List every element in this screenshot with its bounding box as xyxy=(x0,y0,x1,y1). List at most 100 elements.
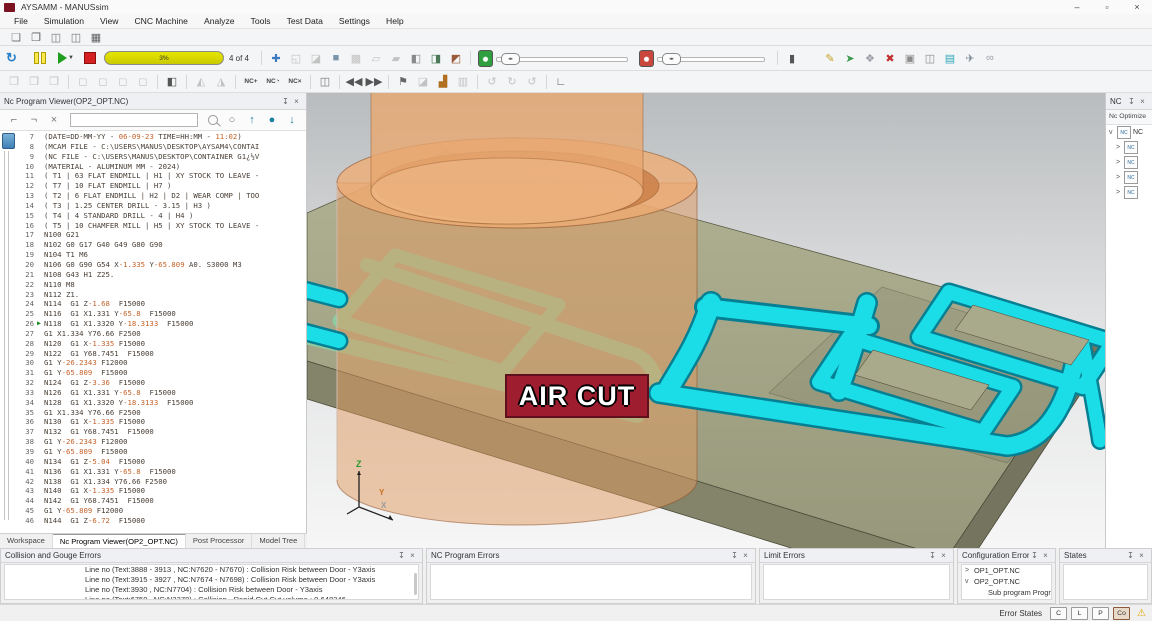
config-tree-item[interactable]: vOP2_OPT.NC xyxy=(962,576,1051,587)
code-line[interactable]: 35G1 X1.334 Y76.66 F2500 xyxy=(14,408,306,418)
machine-view-3-icon[interactable]: ❒ xyxy=(45,74,63,90)
stock-view-3-icon[interactable]: ◻ xyxy=(114,74,132,90)
view-cube-icon[interactable]: ◧ xyxy=(407,50,425,66)
tool-display-icon[interactable]: ▮ xyxy=(783,50,801,66)
code-line[interactable]: 45G1 Y-65.809 F12000 xyxy=(14,506,306,516)
bookmark-start-icon[interactable]: ⌐ xyxy=(5,112,23,128)
tab-model-tree[interactable]: Model Tree xyxy=(252,534,305,549)
close-icon[interactable]: × xyxy=(1040,551,1051,560)
play-icon[interactable] xyxy=(58,52,67,64)
rapid-speed-slider[interactable]: ◂▸ xyxy=(657,50,765,66)
bookmark-end-icon[interactable]: ¬ xyxy=(25,112,43,128)
machine-view-1-icon[interactable]: ❒ xyxy=(5,74,23,90)
config-tree-item[interactable]: >OP1_OPT.NC xyxy=(962,565,1051,576)
close-icon[interactable]: × xyxy=(938,551,949,560)
analysis-chart-icon[interactable]: ▟ xyxy=(434,74,452,90)
nc-tree-node[interactable]: >NC xyxy=(1106,170,1152,185)
stock-box-icon[interactable]: ▣ xyxy=(901,50,919,66)
code-line[interactable]: 29N122 G1 Y68.7451 F15000 xyxy=(14,349,306,359)
search-input[interactable] xyxy=(70,113,198,127)
menu-view[interactable]: View xyxy=(92,14,126,29)
menu-settings[interactable]: Settings xyxy=(331,14,378,29)
code-line[interactable]: 17N100 G21 xyxy=(14,230,306,240)
machine-head-icon[interactable]: ✈ xyxy=(961,50,979,66)
nc-tree-node[interactable]: >NC xyxy=(1106,155,1152,170)
tab-post-processor[interactable]: Post Processor xyxy=(186,534,253,549)
code-line[interactable]: 19N104 T1 M6 xyxy=(14,250,306,260)
code-line[interactable]: 30G1 Y-26.2343 F12000 xyxy=(14,358,306,368)
code-line[interactable]: 43N140 G1 X-1.335 F15000 xyxy=(14,486,306,496)
minimize-button[interactable]: – xyxy=(1062,0,1092,14)
find-circle-icon[interactable]: ○ xyxy=(223,112,241,128)
play-dropdown-icon[interactable]: ▼ xyxy=(68,55,74,61)
code-line[interactable]: 37N132 G1 Y68.7451 F15000 xyxy=(14,427,306,437)
section-view-icon[interactable]: ◪ xyxy=(307,50,325,66)
toolbox-icon[interactable]: ▥ xyxy=(454,74,472,90)
rotate-a-icon[interactable]: ↺ xyxy=(483,74,501,90)
code-line[interactable]: 14( T3 | 1.25 CENTER DRILL - 3.15 | H3 ) xyxy=(14,201,306,211)
search-icon[interactable] xyxy=(208,115,218,125)
flag-marker-icon[interactable]: ⚑ xyxy=(394,74,412,90)
code-line[interactable]: 24N114 G1 Z-1.68 F15000 xyxy=(14,299,306,309)
tab-nc-program-viewer[interactable]: Nc Program Viewer(OP2_OPT.NC) xyxy=(53,534,186,549)
chevron-right-icon[interactable]: > xyxy=(1116,189,1124,196)
nc-timer-icon[interactable]: NC◔ xyxy=(263,74,283,90)
compare-model-icon[interactable]: ◧ xyxy=(163,74,181,90)
door-panel-icon[interactable]: ◫ xyxy=(316,74,334,90)
limit-errors-list[interactable] xyxy=(763,564,950,600)
config-tree-item[interactable]: Sub program Progr... xyxy=(962,587,1051,598)
simulation-speed-slider[interactable]: ◂▸ xyxy=(496,50,628,66)
collision-error-line[interactable]: Line no (Text:3930 , NC:N7704) : Collisi… xyxy=(5,585,418,595)
close-icon[interactable]: × xyxy=(1136,551,1147,560)
error-state-co-button[interactable]: Co xyxy=(1113,607,1130,620)
slider-thumb[interactable]: ◂▸ xyxy=(662,53,681,65)
code-line[interactable]: 28N120 G1 X-1.335 F15000 xyxy=(14,339,306,349)
nc-tree-root[interactable]: v NC NC xyxy=(1106,125,1152,140)
menu-test-data[interactable]: Test Data xyxy=(279,14,331,29)
export-model-icon[interactable]: ➤ xyxy=(841,50,859,66)
pin-icon[interactable]: ↧ xyxy=(1126,97,1137,106)
error-state-p-button[interactable]: P xyxy=(1092,607,1109,620)
code-line[interactable]: 36N130 G1 X-1.335 F15000 xyxy=(14,417,306,427)
chevron-right-icon[interactable]: > xyxy=(1116,159,1124,166)
close-icon[interactable]: × xyxy=(1137,97,1148,106)
open-program-icon[interactable]: ❐ xyxy=(27,29,45,45)
machine-config-icon[interactable]: ◫ xyxy=(67,29,85,45)
close-icon[interactable]: × xyxy=(740,551,751,560)
menu-file[interactable]: File xyxy=(6,14,36,29)
code-line[interactable]: 11( T1 | 63 FLAT ENDMILL | H1 | XY STOCK… xyxy=(14,171,306,181)
machine-view-2-icon[interactable]: ❒ xyxy=(25,74,43,90)
pin-icon[interactable]: ↧ xyxy=(280,97,291,106)
stop-icon[interactable] xyxy=(84,52,96,64)
code-line[interactable]: 27G1 X1.334 Y76.66 F2500 xyxy=(14,329,306,339)
target-view-icon[interactable]: ▩ xyxy=(347,50,365,66)
states-list[interactable] xyxy=(1063,564,1148,600)
code-line[interactable]: 8(MCAM FILE - C:\USERS\MANUS\DESKTOP\AYS… xyxy=(14,142,306,152)
code-line[interactable]: 7(DATE=DD-MM-YY - 06-09-23 TIME=HH:MM - … xyxy=(14,132,306,142)
configuration-errors-tree[interactable]: >OP1_OPT.NCvOP2_OPT.NCSub program Progr.… xyxy=(961,564,1052,600)
chevron-right-icon[interactable]: > xyxy=(965,565,974,576)
chevron-right-icon[interactable]: > xyxy=(1116,174,1124,181)
measure-tool-icon[interactable]: ✎ xyxy=(821,50,839,66)
code-line[interactable]: 39G1 Y-65.809 F15000 xyxy=(14,447,306,457)
chevron-down-icon[interactable]: v xyxy=(1109,129,1117,136)
close-icon[interactable]: × xyxy=(291,97,302,106)
select-area-icon[interactable]: ■ xyxy=(327,50,345,66)
nc-tree-node[interactable]: >NC xyxy=(1106,185,1152,200)
code-line[interactable]: 18N102 G0 G17 G40 G49 G80 G90 xyxy=(14,240,306,250)
pin-icon[interactable]: ↧ xyxy=(729,551,740,560)
nc-add-icon[interactable]: NC+ xyxy=(241,74,261,90)
error-state-c-button[interactable]: C xyxy=(1050,607,1067,620)
stock-view-2-icon[interactable]: ◻ xyxy=(94,74,112,90)
code-line[interactable]: 40N134 G1 Z-5.04 F15000 xyxy=(14,457,306,467)
chevron-down-icon[interactable]: v xyxy=(965,576,974,587)
step-forward-icon[interactable]: ▶▶ xyxy=(365,74,383,90)
menu-simulation[interactable]: Simulation xyxy=(36,14,92,29)
axis-orientation-icon[interactable]: ∟ xyxy=(552,74,570,90)
error-state-l-button[interactable]: L xyxy=(1071,607,1088,620)
code-line[interactable]: 32N124 G1 Z-3.36 F15000 xyxy=(14,378,306,388)
close-button[interactable]: × xyxy=(1122,0,1152,14)
error-report-icon[interactable]: ✖ xyxy=(881,50,899,66)
code-line[interactable]: 16( T5 | 10 CHAMFER MILL | H5 | XY STOCK… xyxy=(14,221,306,231)
code-line[interactable]: 10(MATERIAL - ALUMINUM MM - 2024) xyxy=(14,162,306,172)
